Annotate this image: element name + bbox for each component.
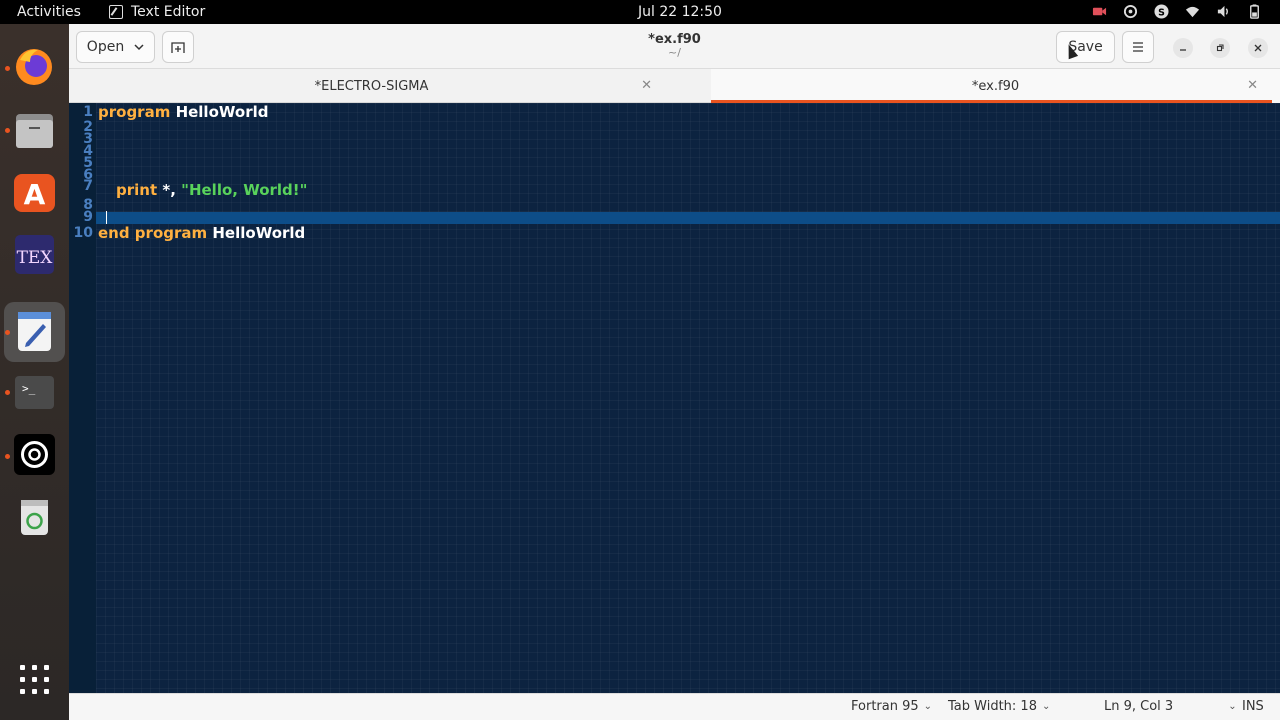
header-bar: Open *ex.f90 ~/ Save	[69, 24, 1280, 69]
code-editor[interactable]: 1 2 3 4 5 6 7 8 9 10 program HelloWorld …	[69, 103, 1280, 693]
chevron-down-icon: ⌄	[923, 701, 933, 712]
tab-bar: *ELECTRO-SIGMA ✕ *ex.f90 ✕	[69, 69, 1280, 103]
text-editor-window: Open *ex.f90 ~/ Save *ELECTRO-SIGMA ✕ *e…	[69, 24, 1280, 720]
text-editor-icon	[109, 5, 123, 19]
firefox-icon[interactable]	[12, 44, 57, 89]
tab-ex-f90[interactable]: *ex.f90 ✕	[711, 69, 1280, 103]
language-selector[interactable]: Fortran 95 ⌄	[851, 699, 932, 714]
keyword: program	[98, 103, 171, 121]
running-indicator	[5, 330, 10, 335]
battery-icon[interactable]	[1247, 4, 1262, 19]
line-number-gutter: 1 2 3 4 5 6 7 8 9 10	[69, 103, 96, 693]
volume-icon[interactable]	[1216, 4, 1231, 19]
close-button[interactable]	[1248, 38, 1268, 58]
activities-button[interactable]: Activities	[17, 4, 81, 20]
screen-record-icon[interactable]	[1092, 4, 1107, 19]
system-tray[interactable]: S	[1092, 4, 1262, 19]
insert-mode-label: INS	[1242, 699, 1264, 714]
tab-label: *ELECTRO-SIGMA	[314, 78, 429, 94]
running-indicator	[5, 66, 10, 71]
keyword: end program	[98, 224, 208, 242]
main-menu-button[interactable]	[1122, 31, 1154, 63]
status-bar: Fortran 95 ⌄ Tab Width: 18 ⌄ Ln 9, Col 3…	[69, 693, 1280, 720]
top-bar: Activities Text Editor Jul 22 12:50 S	[0, 0, 1280, 24]
trash-icon[interactable]	[12, 494, 57, 539]
string-literal: "Hello, World!"	[181, 181, 308, 199]
svg-text:TEX: TEX	[17, 248, 54, 268]
identifier: HelloWorld	[175, 103, 269, 121]
terminal-icon[interactable]: >_	[12, 370, 57, 415]
language-label: Fortran 95	[851, 699, 919, 714]
keyword: print	[116, 181, 158, 199]
svg-text:S: S	[1158, 7, 1165, 18]
text-editor-dock-icon[interactable]	[12, 309, 57, 354]
running-indicator	[5, 390, 10, 395]
line-number: 7	[83, 178, 93, 194]
close-icon	[1254, 44, 1262, 52]
restore-icon	[1216, 44, 1224, 52]
punctuation: *,	[157, 181, 182, 199]
identifier: HelloWorld	[212, 224, 306, 242]
svg-text:>_: >_	[22, 382, 36, 395]
cursor-position-label: Ln 9, Col 3	[1104, 699, 1174, 714]
files-icon[interactable]	[12, 108, 57, 153]
current-line-highlight	[96, 212, 1280, 224]
line-number: 1	[83, 104, 93, 120]
app-center-icon[interactable]: A	[12, 170, 57, 215]
hamburger-menu-icon	[1133, 42, 1143, 52]
svg-text:A: A	[24, 178, 46, 211]
texmaker-icon[interactable]: TEX	[12, 232, 57, 277]
show-apps-icon[interactable]	[12, 657, 57, 702]
app-menu[interactable]: Text Editor	[109, 4, 205, 20]
line-number: 9	[83, 209, 93, 225]
clock[interactable]: Jul 22 12:50	[638, 4, 722, 20]
chevron-down-icon: ⌄	[1228, 701, 1237, 712]
tab-close-icon[interactable]: ✕	[1247, 78, 1258, 93]
tab-electro-sigma[interactable]: *ELECTRO-SIGMA ✕	[69, 69, 674, 103]
chevron-down-icon: ⌄	[1041, 701, 1051, 712]
tab-label: *ex.f90	[971, 78, 1020, 94]
code-line: end program HelloWorld	[98, 224, 305, 242]
dock: A TEX >_	[0, 24, 69, 720]
skype-icon[interactable]: S	[1154, 4, 1169, 19]
line-number: 10	[73, 225, 93, 241]
minimize-icon	[1180, 49, 1186, 51]
tab-close-icon[interactable]: ✕	[641, 78, 652, 93]
openai-tray-icon[interactable]	[1123, 4, 1138, 19]
code-line: print *, "Hello, World!"	[116, 181, 307, 199]
text-caret	[106, 211, 107, 224]
tab-width-label: Tab Width: 18	[948, 699, 1037, 714]
cursor-position-selector[interactable]: Ln 9, Col 3 ⌄	[1104, 699, 1237, 714]
tab-width-selector[interactable]: Tab Width: 18 ⌄	[948, 699, 1050, 714]
insert-mode-indicator[interactable]: INS	[1242, 699, 1264, 714]
app-name: Text Editor	[131, 4, 206, 20]
minimize-button[interactable]	[1173, 38, 1193, 58]
chatgpt-icon[interactable]	[12, 432, 57, 477]
code-line: program HelloWorld	[98, 103, 268, 121]
running-indicator	[5, 454, 10, 459]
running-indicator	[5, 128, 10, 133]
wifi-icon[interactable]	[1185, 4, 1200, 19]
maximize-button[interactable]	[1210, 38, 1230, 58]
